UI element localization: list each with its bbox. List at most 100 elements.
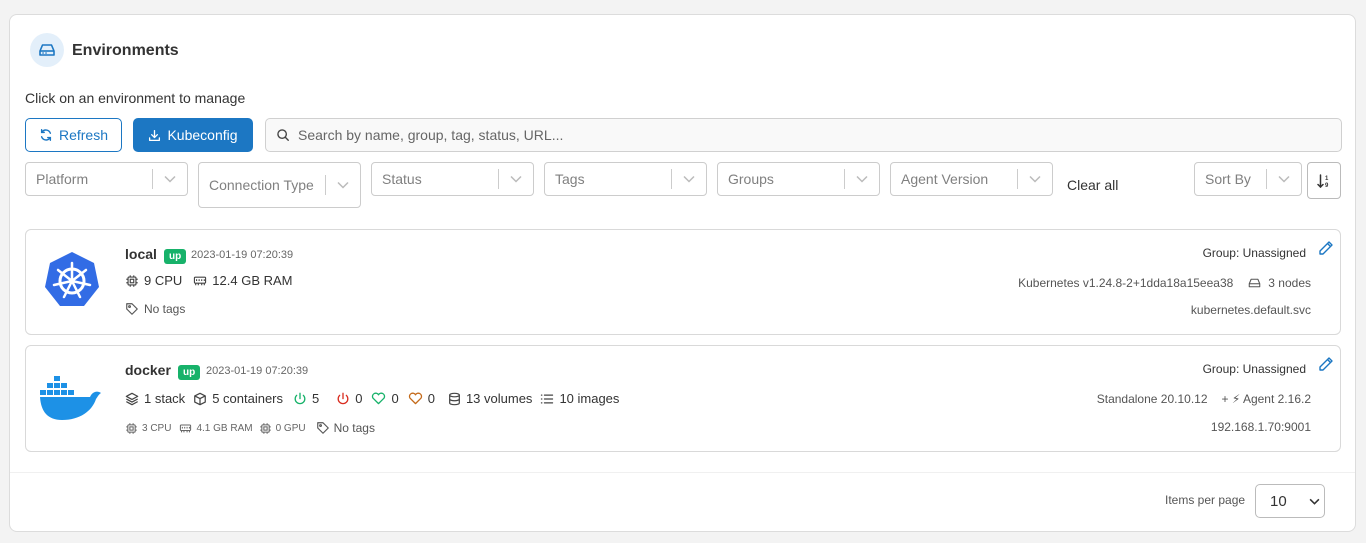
healthy-count: 0	[391, 391, 399, 406]
docker-resources: 3 CPU 4.1 GB RAM 0 GPU No tags	[125, 421, 375, 435]
edit-pencil-icon[interactable]	[1318, 240, 1334, 261]
chevron-down-icon	[153, 175, 187, 183]
platform-filter[interactable]: Platform	[25, 162, 188, 196]
power-running-icon	[293, 392, 307, 406]
footer-divider	[10, 472, 1355, 473]
chevron-down-icon	[326, 181, 360, 189]
layers-icon	[125, 392, 139, 406]
stopped-count: 0	[355, 391, 363, 406]
search-icon	[277, 129, 289, 141]
kubernetes-version: Kubernetes v1.24.8-2+1dda18a15eea38	[1018, 276, 1234, 290]
sort-order-button[interactable]: 1 9	[1307, 162, 1341, 199]
platform-info: Kubernetes v1.24.8-2+1dda18a15eea38 3 no…	[1018, 276, 1311, 290]
stacks-count: 1 stack	[144, 391, 186, 406]
gpu-icon	[259, 422, 272, 435]
status-badge: up	[178, 365, 201, 380]
ram-value: 4.1 GB RAM	[196, 422, 253, 434]
search-input[interactable]	[296, 126, 1341, 144]
power-stopped-icon	[336, 392, 350, 406]
docker-version: Standalone 20.10.12	[1096, 392, 1208, 406]
images-count: 10 images	[559, 391, 620, 406]
gpu-value: 0 GPU	[275, 422, 306, 434]
unhealthy-count: 0	[427, 391, 435, 406]
sort-by-label: Sort By	[1205, 171, 1251, 187]
environment-url: kubernetes.default.svc	[1190, 303, 1311, 317]
environments-icon	[30, 33, 64, 67]
kubeconfig-label: Kubeconfig	[167, 127, 238, 143]
environment-tags: No tags	[125, 302, 185, 316]
memory-icon	[193, 275, 207, 287]
platform-filter-label: Platform	[36, 171, 89, 187]
docker-icon	[40, 374, 104, 427]
docker-stats: 1 stack 5 containers 5 0 0 0 13 volumes …	[125, 391, 619, 406]
agent-version-filter[interactable]: Agent Version	[890, 162, 1053, 196]
chevron-down-icon	[1267, 175, 1301, 183]
status-filter-label: Status	[382, 171, 422, 187]
groups-filter-label: Groups	[728, 171, 774, 187]
tag-icon	[316, 421, 330, 435]
clear-all-button[interactable]: Clear all	[1067, 177, 1118, 193]
edit-pencil-icon[interactable]	[1318, 356, 1334, 377]
environment-item-local[interactable]: local up 2023-01-19 07:20:39 9 CPU 12.4 …	[25, 229, 1341, 335]
tags-filter[interactable]: Tags	[544, 162, 707, 196]
environment-url: 192.168.1.70:9001	[1210, 420, 1311, 434]
heart-healthy-icon	[371, 392, 386, 405]
tag-icon	[125, 302, 139, 316]
list-icon	[540, 393, 554, 405]
box-icon	[193, 392, 207, 406]
cpu-value: 9 CPU	[144, 273, 183, 288]
chevron-down-icon	[1309, 498, 1320, 505]
ram-value: 12.4 GB RAM	[212, 273, 293, 288]
nodes-icon	[1247, 277, 1262, 289]
chevron-down-icon	[845, 175, 879, 183]
heart-unhealthy-icon	[408, 392, 423, 405]
containers-count: 5 containers	[212, 391, 284, 406]
search-bar[interactable]	[265, 118, 1342, 152]
cpu-value: 3 CPU	[142, 422, 172, 434]
environment-item-docker[interactable]: docker up 2023-01-19 07:20:39 1 stack 5 …	[25, 345, 1341, 452]
status-badge: up	[164, 249, 187, 264]
environment-name: docker	[125, 362, 171, 378]
connection-type-filter-label: Connection Type	[209, 177, 314, 193]
environment-name: local	[125, 246, 157, 262]
kubernetes-icon	[42, 250, 102, 315]
connection-type-filter[interactable]: Connection Type	[198, 162, 361, 208]
items-per-page-label: Items per page	[1165, 493, 1246, 507]
memory-icon	[179, 423, 192, 434]
svg-text:1: 1	[1325, 176, 1329, 182]
environment-resources: 9 CPU 12.4 GB RAM	[125, 273, 293, 288]
environments-widget: Environments Click on an environment to …	[9, 14, 1356, 532]
items-per-page-value: 10	[1270, 492, 1287, 510]
items-per-page-select[interactable]: 10	[1255, 484, 1325, 518]
tags-value: No tags	[144, 302, 186, 316]
group-label: Group: Unassigned	[1202, 246, 1306, 260]
chevron-down-icon	[672, 175, 706, 183]
agent-version-filter-label: Agent Version	[901, 171, 989, 187]
status-filter[interactable]: Status	[371, 162, 534, 196]
tags-value: No tags	[333, 421, 375, 435]
running-count: 5	[312, 391, 320, 406]
kubeconfig-button[interactable]: Kubeconfig	[133, 118, 253, 152]
nodes-count: 3 nodes	[1268, 276, 1311, 290]
agent-version: + ⚡ Agent 2.16.2	[1221, 392, 1312, 406]
tags-filter-label: Tags	[555, 171, 585, 187]
page-subtitle: Click on an environment to manage	[25, 90, 246, 106]
volumes-count: 13 volumes	[465, 391, 533, 406]
sort-by-select[interactable]: Sort By	[1194, 162, 1302, 196]
cpu-icon	[125, 422, 138, 435]
chevron-down-icon	[1018, 175, 1052, 183]
groups-filter[interactable]: Groups	[717, 162, 880, 196]
refresh-icon	[40, 129, 52, 141]
database-icon	[448, 392, 461, 406]
environment-timestamp: 2023-01-19 07:20:39	[191, 249, 294, 261]
chevron-down-icon	[499, 175, 533, 183]
environment-timestamp: 2023-01-19 07:20:39	[206, 365, 309, 377]
group-label: Group: Unassigned	[1202, 362, 1306, 376]
sort-descending-icon: 1 9	[1317, 173, 1329, 189]
refresh-button[interactable]: Refresh	[25, 118, 122, 152]
page-title: Environments	[72, 42, 179, 59]
download-icon	[149, 129, 161, 141]
svg-text:9: 9	[1325, 183, 1329, 189]
platform-info: Standalone 20.10.12 + ⚡ Agent 2.16.2	[1097, 392, 1311, 406]
cpu-icon	[125, 274, 139, 288]
